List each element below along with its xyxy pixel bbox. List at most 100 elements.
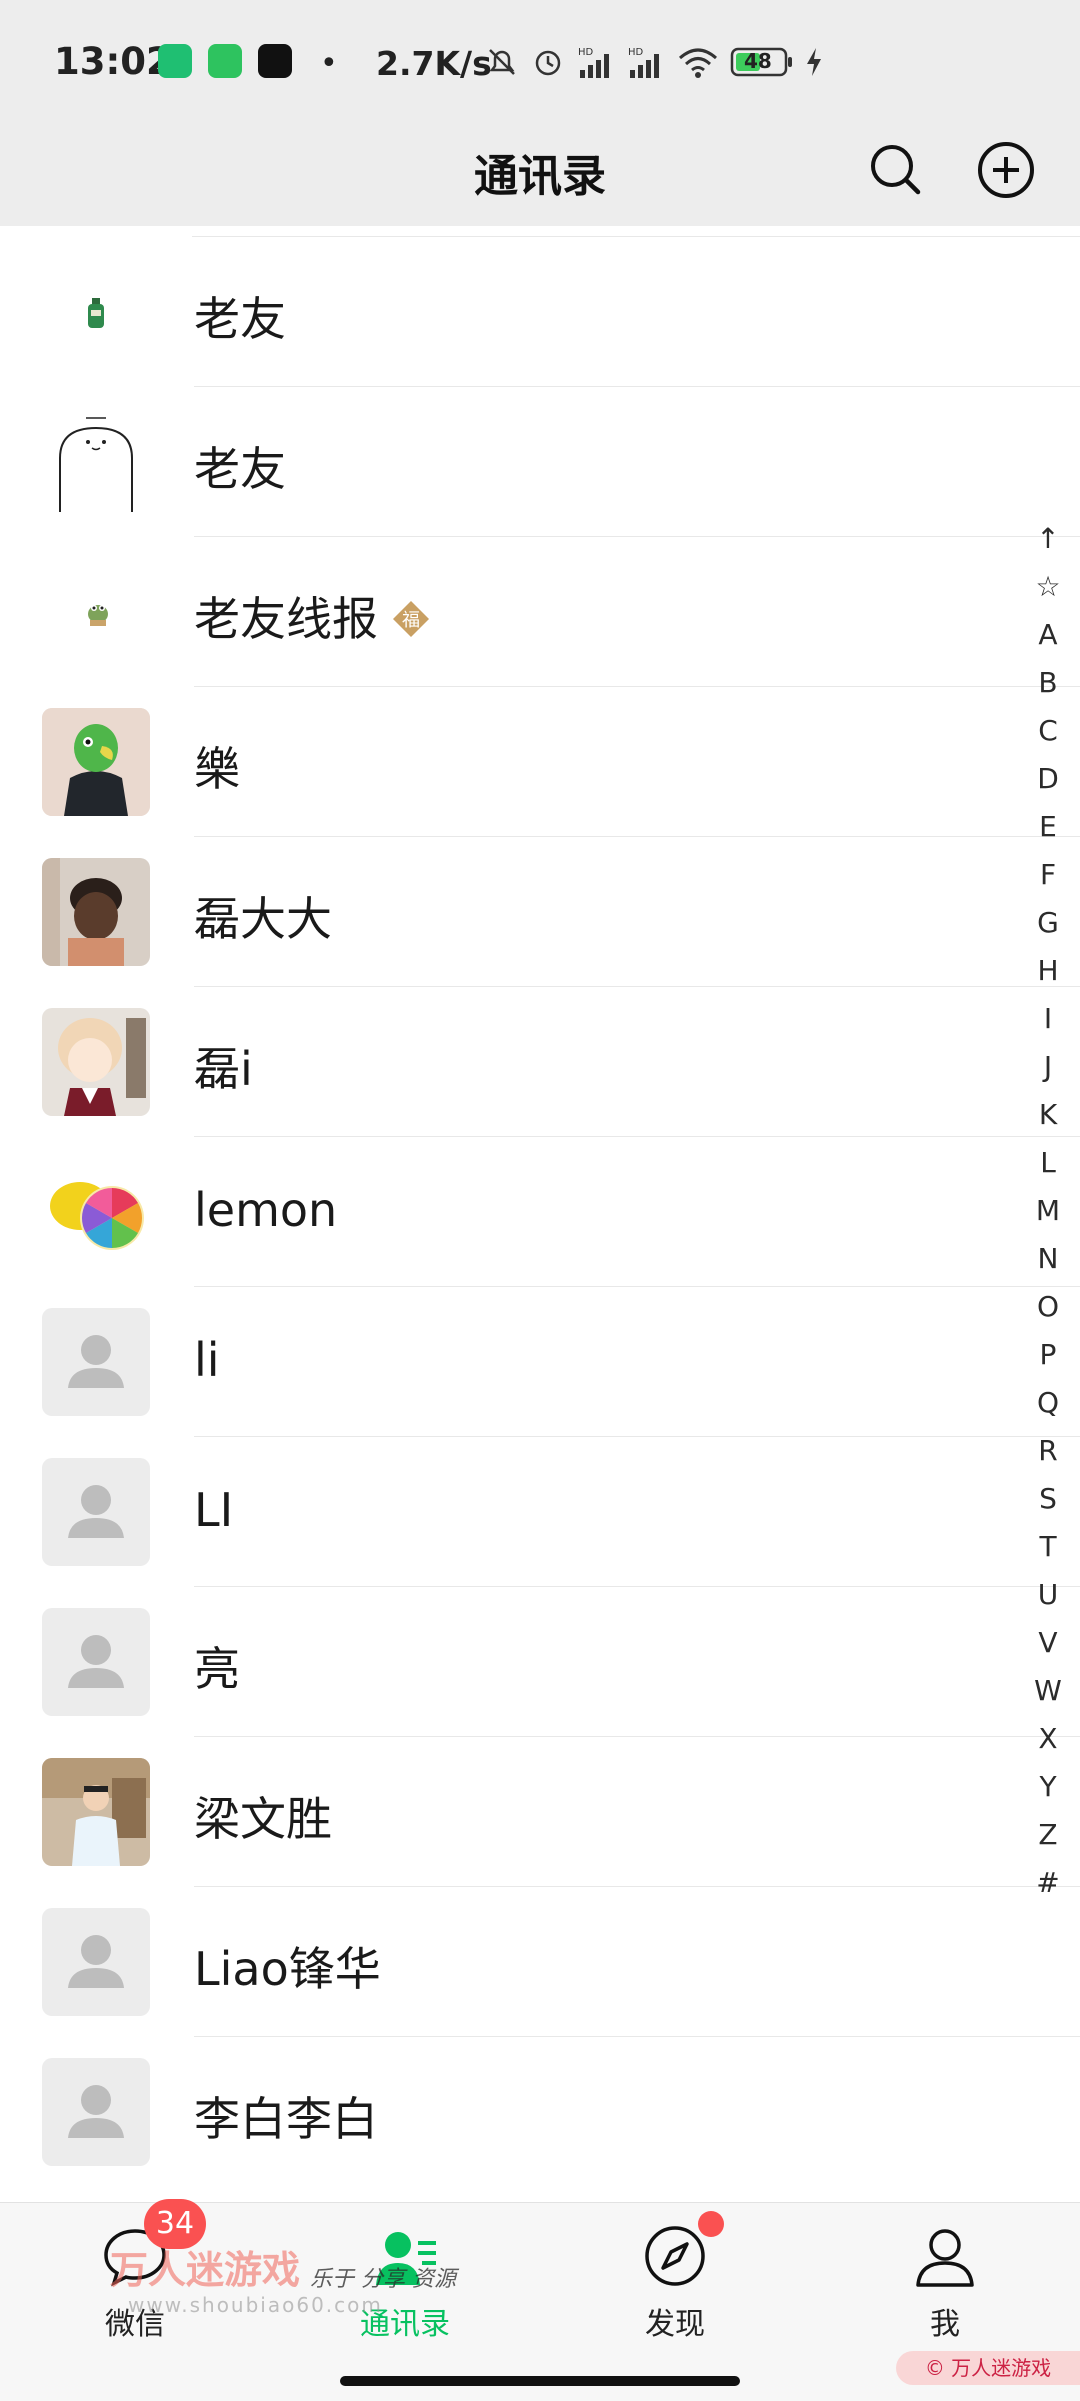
default-avatar-icon	[42, 1608, 150, 1716]
contact-row[interactable]: 老友	[0, 387, 1080, 537]
contact-row[interactable]: 李白李白	[0, 2037, 1080, 2187]
status-dot: •	[320, 46, 338, 81]
tab-me[interactable]: 我	[845, 2221, 1045, 2371]
tab-label: 发现	[645, 2307, 705, 2342]
watermark-url: www.shoubiao60.com	[128, 2293, 383, 2317]
alphabet-index-letter[interactable]: K	[1020, 1091, 1076, 1139]
lemon-photo	[42, 1158, 150, 1266]
network-speed: 2.7K/s	[376, 44, 492, 83]
default-avatar-icon	[42, 1308, 150, 1416]
contact-name: 磊大大	[194, 892, 332, 946]
default-avatar-icon	[42, 2058, 150, 2166]
default-avatar-icon	[42, 1908, 150, 2016]
search-button[interactable]	[858, 132, 934, 208]
green-parrot-photo	[42, 708, 150, 816]
fu-badge-label: 福	[402, 610, 420, 631]
alphabet-index-letter[interactable]: ↑	[1020, 515, 1076, 563]
contact-name: 老友	[194, 292, 286, 346]
contact-list[interactable]: 老友 老友 老友线报 福 樂 磊大大 磊i lemon li LI 亮 梁文胜 L…	[0, 236, 1080, 2202]
alphabet-index-letter[interactable]: A	[1020, 611, 1076, 659]
anime-boy-photo	[42, 1008, 150, 1116]
alphabet-index-letter[interactable]: #	[1020, 1859, 1076, 1907]
alphabet-index-letter[interactable]: U	[1020, 1571, 1076, 1619]
battery-level: 48	[744, 49, 772, 73]
alphabet-index-letter[interactable]: S	[1020, 1475, 1076, 1523]
alphabet-index-letter[interactable]: Q	[1020, 1379, 1076, 1427]
security-app-icon	[158, 44, 192, 78]
home-indicator[interactable]	[340, 2376, 740, 2386]
alphabet-index-letter[interactable]: ☆	[1020, 563, 1076, 611]
contact-row[interactable]: 磊i	[0, 987, 1080, 1137]
contact-row[interactable]: 磊大大	[0, 837, 1080, 987]
contact-row[interactable]: LI	[0, 1437, 1080, 1587]
alphabet-index-letter[interactable]: V	[1020, 1619, 1076, 1667]
contact-row[interactable]: li	[0, 1287, 1080, 1437]
contact-name: 樂	[194, 742, 240, 796]
watermark-slogan: 乐于 分享 资源	[310, 2267, 456, 2292]
alphabet-index-letter[interactable]: G	[1020, 899, 1076, 947]
alphabet-index-letter[interactable]: C	[1020, 707, 1076, 755]
small-bottle-sticker	[42, 258, 150, 366]
header-bar: 通讯录	[0, 126, 1080, 226]
tab-discover[interactable]: 发现	[575, 2211, 775, 2371]
contact-row[interactable]: 老友线报 福	[0, 537, 1080, 687]
mute-icon	[484, 44, 520, 80]
contact-name-text: 老友线报	[194, 592, 378, 646]
alphabet-index-letter[interactable]: D	[1020, 755, 1076, 803]
add-button[interactable]	[968, 132, 1044, 208]
alphabet-index[interactable]: ↑ ☆ A B C D E F G H I J K L M N O P Q R S T U V W X Y Z #	[1020, 515, 1076, 1907]
alphabet-index-letter[interactable]: M	[1020, 1187, 1076, 1235]
alphabet-index-letter[interactable]: Y	[1020, 1763, 1076, 1811]
ghost-doodle-sticker	[42, 408, 150, 516]
watermark-corner: © 万人迷游戏	[896, 2351, 1080, 2385]
bottom-tab-bar: 34 微信 通讯录 发现 我 万人迷游戏 乐于 分享 资源 www.shoubi…	[0, 2199, 1080, 2401]
contact-name: 梁文胜	[194, 1792, 332, 1846]
wifi-icon	[676, 44, 720, 80]
alphabet-index-letter[interactable]: N	[1020, 1235, 1076, 1283]
alphabet-index-letter[interactable]: B	[1020, 659, 1076, 707]
contact-row[interactable]: 梁文胜	[0, 1737, 1080, 1887]
hd-signal-icon: HD	[626, 44, 666, 80]
search-icon	[858, 132, 934, 208]
contact-name: 李白李白	[194, 2092, 378, 2146]
contact-row[interactable]: 樂	[0, 687, 1080, 837]
alphabet-index-letter[interactable]: F	[1020, 851, 1076, 899]
contact-name: 亮	[194, 1642, 240, 1696]
hd-signal-icon: HD	[576, 44, 616, 80]
contact-row[interactable]: lemon	[0, 1137, 1080, 1287]
alphabet-index-letter[interactable]: W	[1020, 1667, 1076, 1715]
status-icons: HD HD 48	[484, 40, 824, 84]
svg-text:HD: HD	[578, 47, 594, 58]
alphabet-index-letter[interactable]: J	[1020, 1043, 1076, 1091]
alphabet-index-letter[interactable]: T	[1020, 1523, 1076, 1571]
contact-row[interactable]: 老友	[0, 237, 1080, 387]
contact-row[interactable]: 亮	[0, 1587, 1080, 1737]
alphabet-index-letter[interactable]: Z	[1020, 1811, 1076, 1859]
alphabet-index-letter[interactable]: E	[1020, 803, 1076, 851]
alphabet-index-letter[interactable]: P	[1020, 1331, 1076, 1379]
alphabet-index-letter[interactable]: R	[1020, 1427, 1076, 1475]
contact-row[interactable]: Liao锋华	[0, 1887, 1080, 2037]
contact-name: LI	[194, 1483, 234, 1537]
compass-icon	[640, 2211, 724, 2291]
contact-name: Liao锋华	[194, 1942, 381, 1996]
alphabet-index-letter[interactable]: X	[1020, 1715, 1076, 1763]
alphabet-index-letter[interactable]: I	[1020, 995, 1076, 1043]
contact-name: 老友	[194, 442, 286, 496]
wechat-app-icon	[208, 44, 242, 78]
alphabet-index-letter[interactable]: H	[1020, 947, 1076, 995]
person-icon	[910, 2221, 980, 2291]
svg-text:HD: HD	[628, 47, 644, 58]
small-frog-sticker	[42, 558, 150, 666]
notification-dot	[698, 2211, 724, 2237]
status-bar: 13:02 • 2.7K/s HD HD 48	[0, 0, 1080, 126]
tab-label: 我	[930, 2307, 960, 2342]
charging-icon	[804, 44, 824, 80]
child-photo	[42, 858, 150, 966]
alphabet-index-letter[interactable]: L	[1020, 1139, 1076, 1187]
contact-name: li	[194, 1333, 220, 1387]
default-avatar-icon	[42, 1458, 150, 1566]
alphabet-index-letter[interactable]: O	[1020, 1283, 1076, 1331]
watermark-title: 万人迷游戏	[110, 2248, 301, 2292]
contact-name: lemon	[194, 1183, 338, 1237]
